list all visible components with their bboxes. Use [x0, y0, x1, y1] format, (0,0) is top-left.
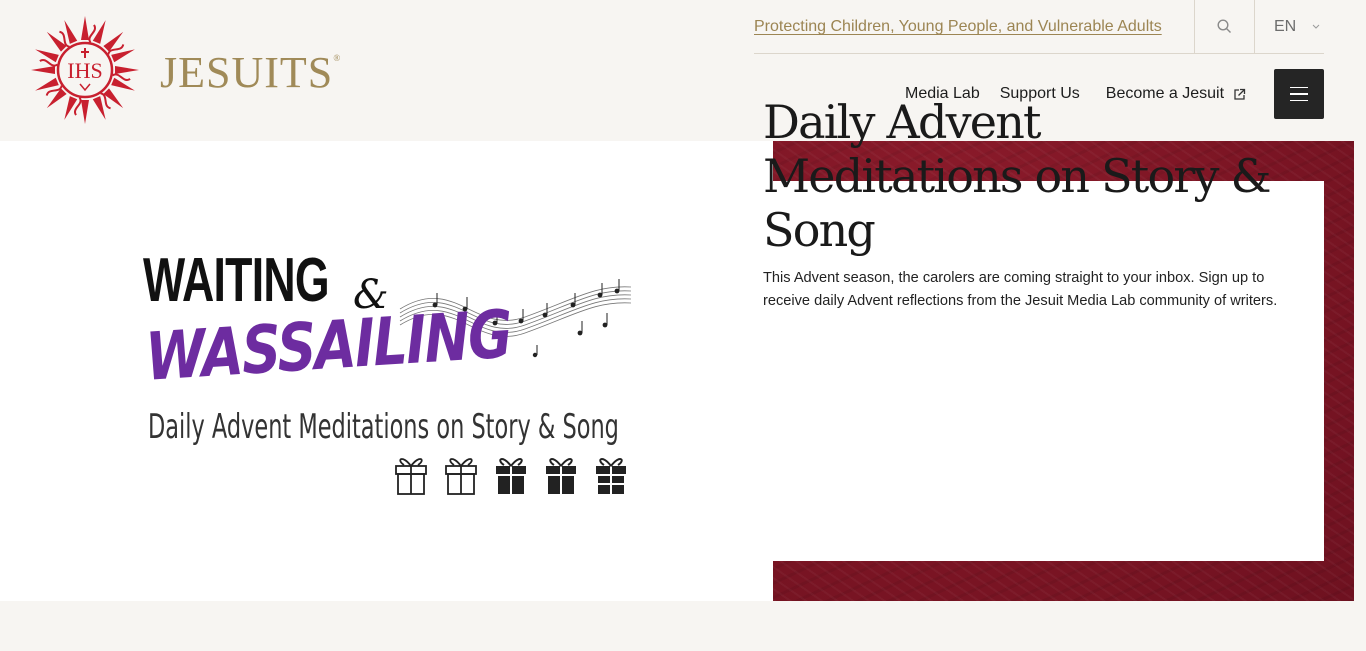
safeguarding-link[interactable]: Protecting Children, Young People, and V… [754, 18, 1162, 36]
promo-graphic: WAITING & WASSAILING Daily Advent Medita… [140, 246, 635, 502]
hamburger-menu-icon-bar [1290, 93, 1308, 95]
jesuits-logo[interactable]: IHS JESUITS ® [30, 14, 342, 126]
language-label: EN [1274, 17, 1297, 35]
svg-text:IHS: IHS [67, 58, 102, 83]
hero-description: This Advent season, the carolers are com… [763, 270, 1278, 309]
hamburger-menu-icon-bar [1290, 99, 1308, 102]
promo-subtitle: Daily Advent Meditations on Story & Song [148, 407, 619, 447]
utility-bar: Protecting Children, Young People, and V… [754, 0, 1324, 54]
logo-wordmark: JESUITS ® [160, 47, 342, 97]
gift-row [392, 452, 630, 496]
gift-filled-icon [496, 458, 526, 494]
hero-title: Daily Advent Meditations on Story & Song [763, 95, 1272, 257]
gift-outline-icon [395, 458, 427, 495]
search-button[interactable] [1194, 0, 1255, 53]
ihs-seal-icon: IHS [31, 16, 139, 124]
page-below-hero [0, 601, 1366, 651]
promo-waiting-text: WAITING [143, 246, 330, 315]
chevron-down-icon [1312, 24, 1320, 29]
gift-filled-icon [546, 458, 576, 494]
hamburger-menu-icon-bar [1290, 86, 1308, 89]
search-icon [1217, 19, 1231, 33]
language-select[interactable]: EN [1274, 0, 1324, 53]
gift-outline-icon [445, 458, 477, 495]
gift-filled-icon [596, 458, 626, 494]
